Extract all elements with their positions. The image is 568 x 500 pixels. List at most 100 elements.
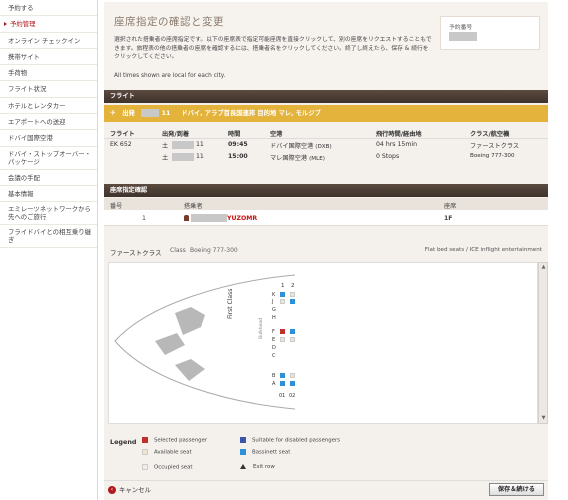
page-title: 座席指定の確認と変更 <box>114 16 224 28</box>
main-content: 座席指定の確認と変更 選択された搭乗者の座席指定です。以下の座席表で指定可能座席… <box>104 2 548 500</box>
seat-2b[interactable] <box>290 373 295 378</box>
flight-row-arr: 土 11 15:00 マレ国際空港 (MLE) 0 Stops Boeing 7… <box>104 151 548 163</box>
cabin-label: First Class <box>227 288 234 319</box>
seat-1e[interactable] <box>280 337 285 342</box>
row-label-e: E <box>272 337 276 343</box>
cabin-class-label: Class <box>170 247 186 254</box>
sidebar-item-flydubai[interactable]: フライドバイとの相互乗り継ぎ <box>0 225 97 249</box>
occupied-swatch <box>142 464 148 470</box>
seat-2k[interactable] <box>290 292 295 297</box>
seat-table-header: 番号 搭乗者 座席 <box>104 198 548 210</box>
scroll-up-icon[interactable]: ▲ <box>540 264 547 271</box>
dep-date-redacted <box>172 141 194 149</box>
row-label-f: F <box>272 329 275 335</box>
sidebar-item-meetings[interactable]: 会議の手配 <box>0 170 97 186</box>
col-num-2: 2 <box>291 283 295 289</box>
direction-label: 出発 <box>122 110 135 117</box>
cabin-class-name: ファーストクラス <box>110 249 162 257</box>
sidebar-item-dubai-airport[interactable]: ドバイ国際空港 <box>0 130 97 147</box>
sidebar-item-label: 予約管理 <box>10 20 36 29</box>
arr-date: 11 <box>196 153 204 160</box>
arr-date-redacted <box>172 153 194 161</box>
available-swatch <box>142 449 148 455</box>
flight-table: フライト 出発/到着 時間 空港 飛行時間/経由地 クラス/航空機 EK 652… <box>104 125 548 163</box>
sidebar-item-manage-booking[interactable]: 予約管理 <box>0 16 97 33</box>
seat-map-scrollbar[interactable]: ▲ ▼ <box>538 262 548 424</box>
dep-time: 09:45 <box>228 141 248 148</box>
legend-occupied: Occupied seat <box>142 464 193 471</box>
bottom-num-02: 02 <box>289 393 296 399</box>
row-label-c: C <box>272 353 276 359</box>
duration: 04 hrs 15min <box>376 141 418 148</box>
save-continue-button[interactable]: 保存＆続ける <box>488 483 544 496</box>
back-arrow-icon: ‹ <box>108 486 116 494</box>
dep-date: 11 <box>196 141 204 148</box>
col-airport: 空港 <box>270 131 283 138</box>
cabin-features: Flat bed seats / ICE inflight entertainm… <box>424 247 542 253</box>
sidebar-item-stopover[interactable]: ドバイ・ストップオーバー・パッケージ <box>0 147 97 170</box>
sidebar-item-flight-status[interactable]: フライト状況 <box>0 81 97 98</box>
legend-available: Available seat <box>142 449 192 456</box>
cabin-aircraft: Boeing 777-300 <box>190 247 238 254</box>
legend-title: Legend <box>110 438 137 446</box>
seat-1a[interactable] <box>280 381 285 386</box>
route-bar: ✈ 出発 11 ドバイ, アラブ首長国連邦 目的地 マレ, モルジブ <box>104 105 548 122</box>
sidebar-item-transfer[interactable]: エアポートへの送迎 <box>0 114 97 131</box>
seat-table: 番号 搭乗者 座席 1 YUZOMR 1F <box>104 198 548 226</box>
flight-table-header: フライト 出発/到着 時間 空港 飛行時間/経由地 クラス/航空機 <box>104 125 548 139</box>
page-footer: ‹ キャンセル 保存＆続ける <box>104 480 548 498</box>
plane-icon: ✈ <box>110 109 116 117</box>
seat-1j[interactable] <box>280 299 285 304</box>
seat-1f-selected[interactable] <box>280 329 285 334</box>
seat-2f[interactable] <box>290 329 295 334</box>
dep-day: 土 <box>162 143 169 150</box>
sidebar: 予約する 予約管理 オンライン チェックイン 携帯サイト 手荷物 フライト状況 … <box>0 0 98 500</box>
seat-2a[interactable] <box>290 381 295 386</box>
booking-reference-label: 予約番号 <box>449 25 473 31</box>
intro-text: 選択された搭乗者の座席指定です。以下の座席表で指定可能座席を直接クリックして、別… <box>114 37 432 60</box>
passenger-row[interactable]: 1 YUZOMR 1F <box>104 210 548 226</box>
seat-2e[interactable] <box>290 337 295 342</box>
passenger-icon <box>184 215 189 221</box>
col-duration: 飛行時間/経由地 <box>376 131 422 138</box>
cancel-button[interactable]: ‹ キャンセル <box>108 485 151 494</box>
col-number: 番号 <box>110 203 123 210</box>
disabled-swatch <box>240 437 246 443</box>
seat-2j[interactable] <box>290 299 295 304</box>
active-indicator-icon <box>4 22 7 27</box>
page-header: 座席指定の確認と変更 選択された搭乗者の座席指定です。以下の座席表で指定可能座席… <box>104 2 548 90</box>
sidebar-item-baggage[interactable]: 手荷物 <box>0 65 97 82</box>
legend-exit: Exit row <box>240 464 275 470</box>
bulkhead-label: Bulkhead <box>259 317 264 339</box>
sidebar-item-network[interactable]: エミレーツネットワークから先へのご旅行 <box>0 202 97 226</box>
date-redacted <box>141 109 160 117</box>
route-text: ドバイ, アラブ首長国連邦 目的地 マレ, モルジブ <box>181 110 321 117</box>
row-label-j: J <box>272 299 274 305</box>
col-time: 時間 <box>228 131 241 138</box>
passenger-number: 1 <box>142 215 146 222</box>
booking-reference-redacted <box>449 32 477 41</box>
legend-selected: Selected passenger <box>142 437 207 444</box>
seat-1k[interactable] <box>280 292 285 297</box>
col-dep-arr: 出発/到着 <box>162 131 190 138</box>
sidebar-item-hotel-car[interactable]: ホテルとレンタカー <box>0 98 97 115</box>
col-num-1: 1 <box>281 283 285 289</box>
dep-airport: ドバイ国際空港 (DXB) <box>270 143 332 150</box>
sidebar-item-book[interactable]: 予約する <box>0 0 97 17</box>
passenger-name[interactable]: YUZOMR <box>184 214 257 222</box>
local-time-note: All times shown are local for each city. <box>114 73 226 79</box>
sidebar-item-mobile[interactable]: 携帯サイト <box>0 49 97 66</box>
aircraft: Boeing 777-300 <box>470 153 515 159</box>
bottom-num-01: 01 <box>279 393 286 399</box>
scroll-down-icon[interactable]: ▼ <box>540 415 547 422</box>
cabin-class: ファーストクラス <box>470 143 520 150</box>
sidebar-item-basic-info[interactable]: 基本情報 <box>0 186 97 203</box>
arr-time: 15:00 <box>228 153 248 160</box>
exit-row-icon <box>240 464 246 469</box>
arr-airport: マレ国際空港 (MLE) <box>270 155 325 162</box>
legend-bassinet: Bassinett seat <box>240 449 290 456</box>
route-day: 11 <box>161 110 171 117</box>
flight-section-header: フライト <box>104 90 548 103</box>
sidebar-item-online-checkin[interactable]: オンライン チェックイン <box>0 33 97 49</box>
seat-1b[interactable] <box>280 373 285 378</box>
